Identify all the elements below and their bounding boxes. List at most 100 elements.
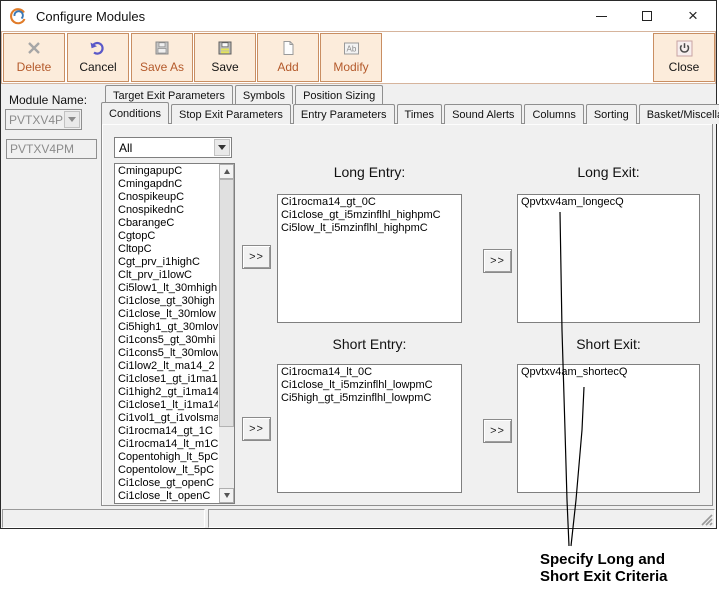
close-button[interactable]: Close bbox=[653, 33, 715, 82]
list-item[interactable]: Ci1rocma14_lt_0C bbox=[280, 366, 461, 379]
move-to-short-exit-button[interactable]: >> bbox=[483, 419, 512, 443]
tab-sound-alerts[interactable]: Sound Alerts bbox=[444, 104, 522, 124]
status-panel-left bbox=[2, 509, 205, 528]
short-entry-listbox[interactable]: Ci1rocma14_lt_0CCi1close_lt_i5mzinflhl_l… bbox=[277, 364, 462, 493]
floppy-color-icon bbox=[195, 37, 255, 59]
long-exit-label: Long Exit: bbox=[517, 164, 700, 180]
list-item[interactable]: Ci1close1_lt_i1ma14 bbox=[116, 399, 218, 412]
conditions-scrollbar[interactable] bbox=[219, 164, 234, 503]
list-item[interactable]: Ci5high1_gt_30mlov bbox=[116, 321, 218, 334]
save-button[interactable]: Save bbox=[194, 33, 256, 82]
triangle-up-icon bbox=[224, 169, 230, 174]
conditions-list-items: CmingapupCCmingapdnCCnospikeupCCnospiked… bbox=[116, 165, 218, 502]
tab-times[interactable]: Times bbox=[397, 104, 443, 124]
condition-filter-value: All bbox=[119, 141, 132, 155]
close-window-button[interactable]: × bbox=[670, 1, 716, 31]
short-exit-label: Short Exit: bbox=[517, 336, 700, 352]
move-to-short-entry-button[interactable]: >> bbox=[242, 417, 271, 441]
move-to-long-exit-button[interactable]: >> bbox=[483, 249, 512, 273]
save-as-button[interactable]: Save As bbox=[131, 33, 193, 82]
condition-filter-combobox[interactable]: All bbox=[114, 137, 232, 158]
module-name-combobox-arrow[interactable] bbox=[64, 111, 80, 128]
scrollbar-thumb[interactable] bbox=[219, 179, 234, 427]
status-panel-right bbox=[208, 509, 715, 528]
resize-grip-icon[interactable] bbox=[699, 512, 713, 526]
list-item[interactable]: CnospikeupC bbox=[116, 191, 218, 204]
list-item[interactable]: CmingapupC bbox=[116, 165, 218, 178]
short-entry-label: Short Entry: bbox=[277, 336, 462, 352]
list-item[interactable]: Copentohigh_lt_5pC bbox=[116, 451, 218, 464]
chevron-down-icon bbox=[68, 117, 76, 122]
list-item[interactable]: Qpvtxv4am_shortecQ bbox=[520, 366, 699, 379]
conditions-listbox[interactable]: CmingapupCCmingapdnCCnospikeupCCnospiked… bbox=[114, 163, 235, 504]
toolbar: Delete Cancel Save As Save Add bbox=[1, 31, 716, 84]
list-item[interactable]: Ci1close_gt_30high bbox=[116, 295, 218, 308]
undo-arrow-icon bbox=[68, 37, 128, 59]
list-item[interactable]: Qpvtxv4am_longecQ bbox=[520, 196, 699, 209]
tab-basket-miscellaneous[interactable]: Basket/Miscellaneous bbox=[639, 104, 719, 124]
tab-entry-parameters[interactable]: Entry Parameters bbox=[293, 104, 395, 124]
triangle-down-icon bbox=[224, 493, 230, 498]
delete-button[interactable]: Delete bbox=[3, 33, 65, 82]
list-item[interactable]: Ci1rocma14_lt_m1C bbox=[116, 438, 218, 451]
tab-symbols[interactable]: Symbols bbox=[235, 85, 293, 104]
tab-row-bottom: Conditions Stop Exit Parameters Entry Pa… bbox=[101, 104, 719, 124]
chevron-down-icon bbox=[218, 145, 226, 150]
close-window-icon: × bbox=[688, 11, 698, 21]
window-controls: × bbox=[578, 1, 716, 31]
move-to-long-entry-button[interactable]: >> bbox=[242, 245, 271, 269]
list-item[interactable]: Ci1vol1_gt_i1volsma bbox=[116, 412, 218, 425]
list-item[interactable]: Copentolow_lt_5pC bbox=[116, 464, 218, 477]
scroll-down-button[interactable] bbox=[219, 488, 234, 503]
add-button[interactable]: Add bbox=[257, 33, 319, 82]
list-item[interactable]: Cgt_prv_i1highC bbox=[116, 256, 218, 269]
condition-filter-arrow[interactable] bbox=[214, 139, 230, 156]
list-item[interactable]: Ci1rocma14_gt_1C bbox=[116, 425, 218, 438]
scroll-up-button[interactable] bbox=[219, 164, 234, 179]
list-item[interactable]: Ci1close1_gt_i1ma1 bbox=[116, 373, 218, 386]
minimize-button[interactable] bbox=[578, 1, 624, 31]
tab-position-sizing[interactable]: Position Sizing bbox=[295, 85, 383, 104]
status-bar bbox=[2, 509, 715, 528]
tab-conditions[interactable]: Conditions bbox=[101, 102, 169, 124]
annotation-text: Specify Long and Short Exit Criteria bbox=[540, 551, 668, 585]
tab-columns[interactable]: Columns bbox=[524, 104, 583, 124]
list-item[interactable]: Ci1cons5_lt_30mlow bbox=[116, 347, 218, 360]
list-item[interactable]: Ci1close_gt_i5mzinflhl_highpmC bbox=[280, 209, 461, 222]
titlebar: Configure Modules × bbox=[1, 1, 716, 31]
list-item[interactable]: CnospikednC bbox=[116, 204, 218, 217]
long-exit-listbox[interactable]: Qpvtxv4am_longecQ bbox=[517, 194, 700, 323]
delete-button-label: Delete bbox=[4, 60, 64, 74]
svg-text:Ab: Ab bbox=[346, 44, 356, 53]
list-item[interactable]: Ci1close_lt_openC bbox=[116, 490, 218, 502]
list-item[interactable]: Ci1low2_lt_ma14_2 bbox=[116, 360, 218, 373]
list-item[interactable]: CltopC bbox=[116, 243, 218, 256]
tab-sorting[interactable]: Sorting bbox=[586, 104, 637, 124]
modify-button-label: Modify bbox=[321, 60, 381, 74]
list-item[interactable]: Ci1high2_gt_i1ma14 bbox=[116, 386, 218, 399]
maximize-button[interactable] bbox=[624, 1, 670, 31]
list-item[interactable]: Ci1close_gt_openC bbox=[116, 477, 218, 490]
list-item[interactable]: CgtopC bbox=[116, 230, 218, 243]
list-item[interactable]: Ci5low_lt_i5mzinflhl_highpmC bbox=[280, 222, 461, 235]
module-name-combobox[interactable]: PVTXV4PM bbox=[5, 109, 82, 130]
power-icon bbox=[654, 37, 714, 59]
list-item[interactable]: Ci1cons5_gt_30mhi bbox=[116, 334, 218, 347]
short-exit-listbox[interactable]: Qpvtxv4am_shortecQ bbox=[517, 364, 700, 493]
configure-modules-window: Configure Modules × Delete Cancel Save A… bbox=[0, 0, 717, 529]
list-item[interactable]: Clt_prv_i1lowC bbox=[116, 269, 218, 282]
list-item[interactable]: Ci1rocma14_gt_0C bbox=[280, 196, 461, 209]
list-item[interactable]: Ci5low1_lt_30mhigh bbox=[116, 282, 218, 295]
list-item[interactable]: CmingapdnC bbox=[116, 178, 218, 191]
modify-button[interactable]: Ab Modify bbox=[320, 33, 382, 82]
list-item[interactable]: Ci5high_gt_i5mzinflhl_lowpmC bbox=[280, 392, 461, 405]
list-item[interactable]: CbarangeC bbox=[116, 217, 218, 230]
list-item[interactable]: Ci1close_lt_30mlow bbox=[116, 308, 218, 321]
cancel-button[interactable]: Cancel bbox=[67, 33, 129, 82]
cancel-button-label: Cancel bbox=[68, 60, 128, 74]
list-item[interactable]: Ci1close_lt_i5mzinflhl_lowpmC bbox=[280, 379, 461, 392]
blank-page-icon bbox=[258, 37, 318, 59]
module-name-textbox[interactable]: PVTXV4PM bbox=[6, 139, 97, 159]
tab-stop-exit-parameters[interactable]: Stop Exit Parameters bbox=[171, 104, 291, 124]
long-entry-listbox[interactable]: Ci1rocma14_gt_0CCi1close_gt_i5mzinflhl_h… bbox=[277, 194, 462, 323]
